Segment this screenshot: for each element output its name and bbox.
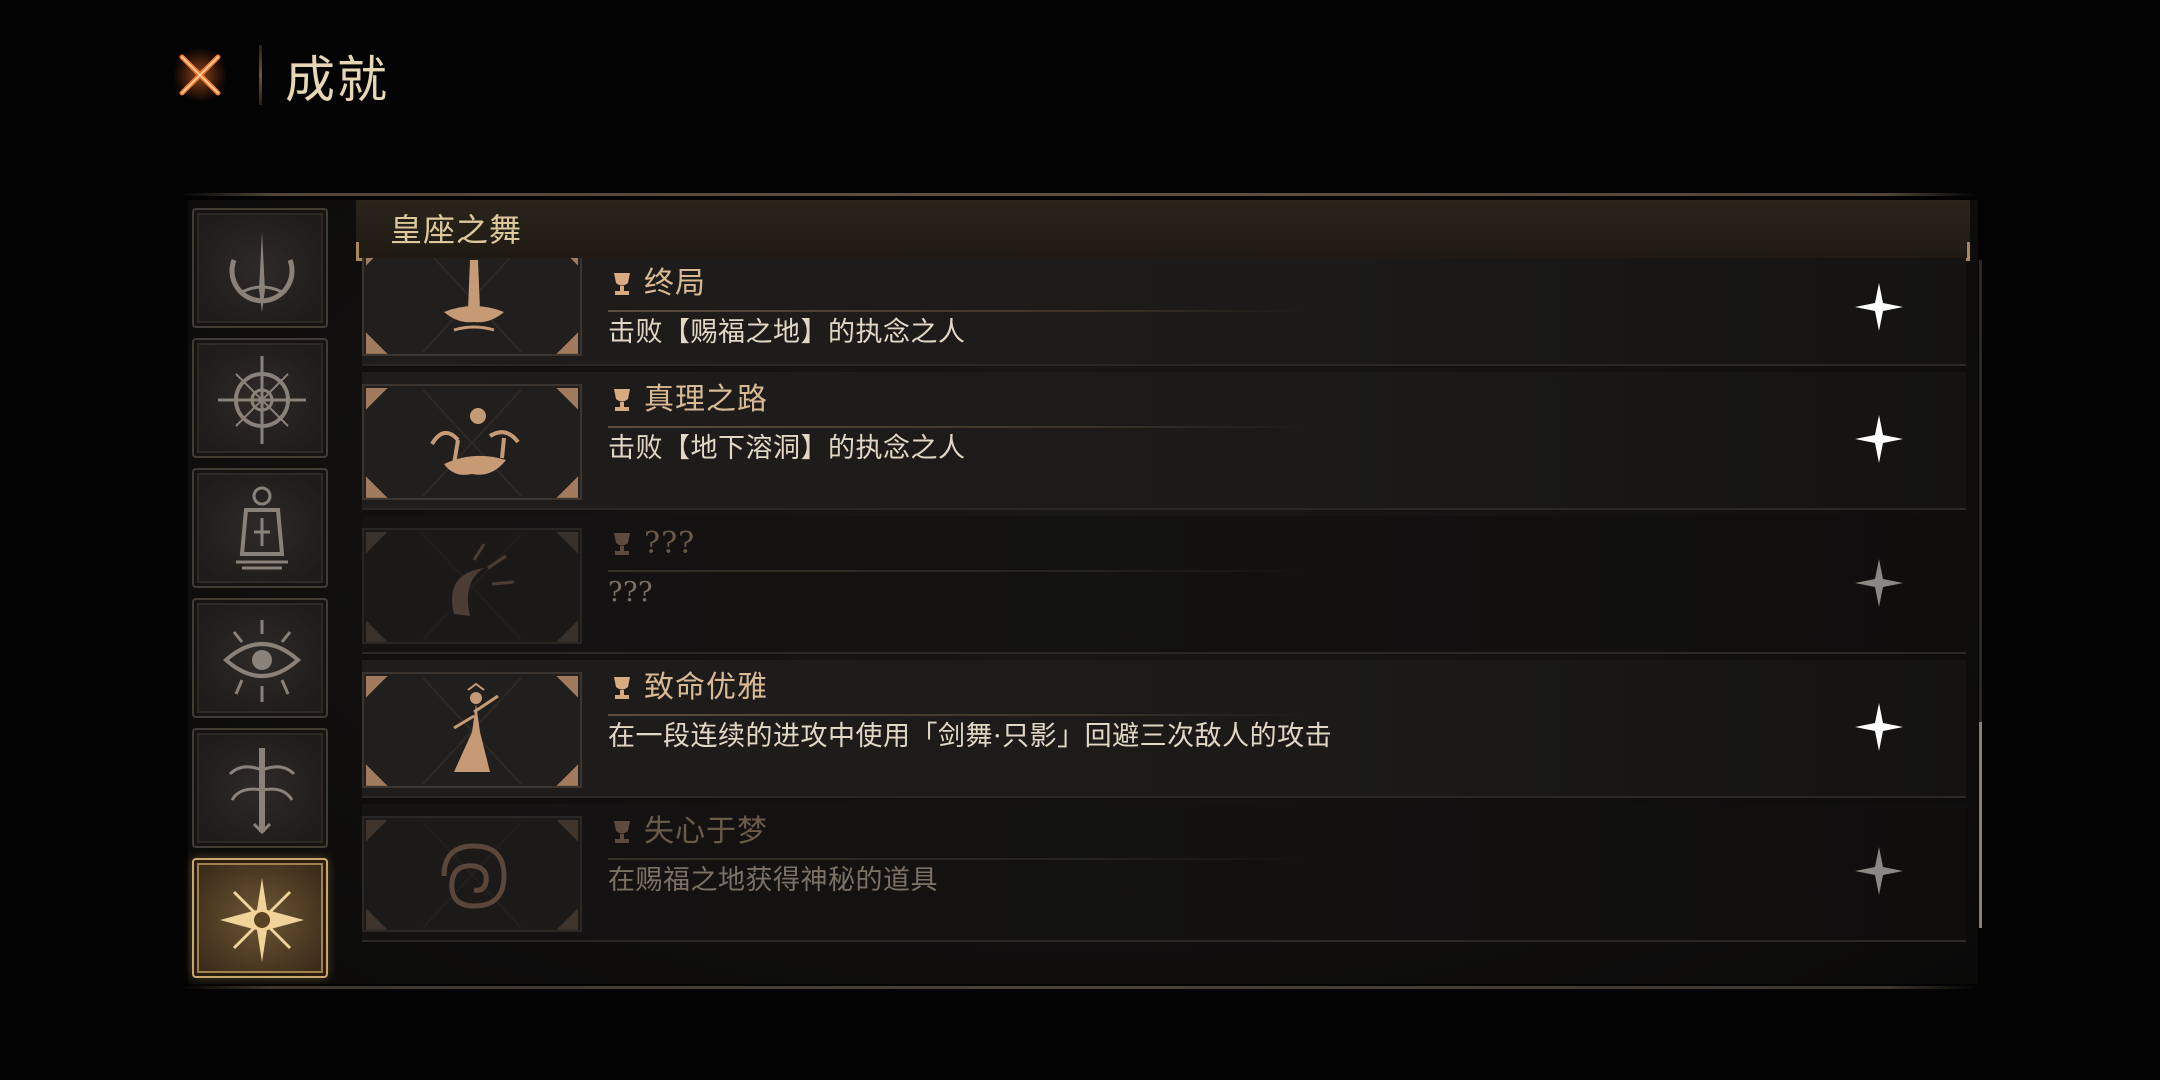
- achievement-title: 终局: [644, 266, 706, 301]
- tower-on-island-icon: [444, 260, 504, 332]
- achievement-title: ???: [644, 526, 696, 561]
- trophy-icon: [614, 677, 630, 699]
- achievement-row[interactable]: 真理之路 击败【地下溶洞】的执念之人: [362, 372, 1966, 510]
- trophy-icon: [614, 821, 630, 843]
- spiral-cloud-icon: [441, 843, 507, 909]
- trophy-icon: [614, 533, 630, 555]
- panel-bottom-border: [180, 986, 1978, 989]
- close-button[interactable]: [172, 47, 228, 103]
- achievement-description: 在赐福之地获得神秘的道具: [608, 865, 938, 896]
- list-scrollbar[interactable]: [1979, 260, 1982, 928]
- star-icon: [1855, 415, 1903, 463]
- root-tree-icon: [228, 748, 296, 835]
- page-title: 成就: [285, 51, 389, 109]
- eclipse-crescent-icon: [452, 543, 515, 616]
- close-x-icon: [173, 48, 227, 102]
- achievement-art: [362, 384, 582, 500]
- dancing-figure-icon: [453, 682, 499, 772]
- title-divider: [608, 714, 1308, 716]
- category-tab-1[interactable]: [192, 208, 328, 328]
- list-header: 皇座之舞: [356, 200, 1970, 261]
- lantern-icon: [236, 486, 288, 570]
- radiant-sigil-icon: [220, 878, 304, 962]
- category-tab-4[interactable]: [192, 598, 328, 718]
- category-tab-3[interactable]: [192, 468, 328, 588]
- trophy-icon: [614, 389, 630, 411]
- crescent-spire-icon: [229, 232, 295, 312]
- star-icon: [1855, 703, 1903, 751]
- achievement-description: 在一段连续的进攻中使用「剑舞·只影」回避三次敌人的攻击: [608, 721, 1333, 752]
- achievement-title: 真理之路: [644, 382, 768, 417]
- category-tab-6[interactable]: [192, 858, 328, 978]
- category-tab-2[interactable]: [192, 338, 328, 458]
- achievement-description: ???: [608, 577, 653, 608]
- achievement-row[interactable]: 致命优雅 在一段连续的进攻中使用「剑舞·只影」回避三次敌人的攻击: [362, 660, 1966, 798]
- achievement-row[interactable]: ??? ???: [362, 516, 1966, 654]
- scrollbar-thumb[interactable]: [1979, 722, 1982, 928]
- title-divider: [608, 426, 1308, 428]
- trees-and-sun-icon: [430, 408, 520, 475]
- star-icon: [1855, 559, 1903, 607]
- achievement-art: [362, 528, 582, 644]
- achievement-art: [362, 816, 582, 932]
- title-divider: [608, 858, 1308, 860]
- achievement-art: [362, 672, 582, 788]
- category-tab-5[interactable]: [192, 728, 328, 848]
- title-divider: [608, 310, 1308, 312]
- star-icon: [1855, 847, 1903, 895]
- list-title: 皇座之舞: [390, 211, 523, 249]
- compass-rose-icon: [218, 356, 306, 444]
- trophy-icon: [614, 273, 630, 295]
- achievement-row[interactable]: 失心于梦 在赐福之地获得神秘的道具: [362, 804, 1966, 942]
- achievement-row[interactable]: 终局 击败【赐福之地】的执念之人: [362, 258, 1966, 366]
- title-divider: [608, 570, 1308, 572]
- thorned-eye-icon: [222, 620, 302, 702]
- achievement-list[interactable]: 终局 击败【赐福之地】的执念之人 真理之路 击败【地下溶洞】的执念之人 ??? …: [356, 258, 1970, 952]
- achievement-description: 击败【赐福之地】的执念之人: [608, 317, 966, 348]
- header-divider: [259, 45, 262, 105]
- star-icon: [1855, 283, 1903, 331]
- achievement-art: [362, 258, 582, 356]
- achievement-title: 致命优雅: [644, 670, 768, 705]
- achievement-description: 击败【地下溶洞】的执念之人: [608, 433, 966, 464]
- panel-top-border: [180, 193, 1978, 196]
- achievement-title: 失心于梦: [644, 814, 768, 849]
